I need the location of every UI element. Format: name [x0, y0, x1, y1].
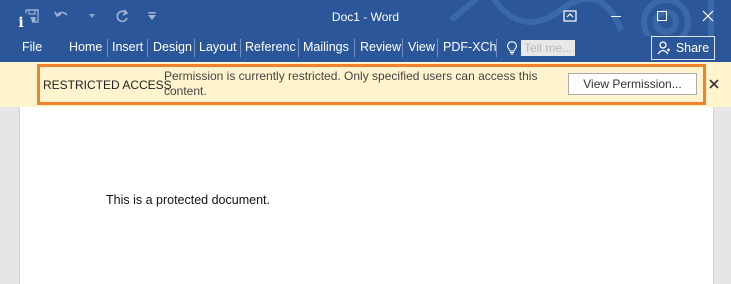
tab-home[interactable]: Home: [69, 40, 102, 54]
share-label: Share: [675, 41, 710, 55]
tab-separator: [298, 39, 299, 57]
tab-separator: [354, 39, 355, 57]
tell-me-box[interactable]: Tell me...: [507, 38, 576, 58]
view-permission-button[interactable]: View Permission...: [568, 73, 697, 95]
document-body-text[interactable]: This is a protected document.: [106, 193, 270, 207]
tab-pdf-xchange[interactable]: PDF-XCh: [443, 40, 496, 54]
tab-separator: [107, 39, 108, 57]
tab-review[interactable]: Review: [360, 40, 401, 54]
tab-separator: [496, 39, 497, 57]
permission-message: Permission is currently restricted. Only…: [164, 69, 538, 98]
share-button[interactable]: Share: [651, 36, 715, 60]
close-icon[interactable]: [706, 76, 722, 92]
tab-separator: [240, 39, 241, 57]
tab-layout[interactable]: Layout: [199, 40, 237, 54]
tab-insert[interactable]: Insert: [112, 40, 143, 54]
close-icon[interactable]: [685, 0, 731, 32]
maximize-icon[interactable]: [639, 0, 685, 32]
restricted-access-label: RESTRICTED ACCESS: [43, 78, 172, 92]
document-page[interactable]: This is a protected document.: [19, 107, 714, 284]
ribbon-tab-bar: File Home Insert Design Layout Referenc …: [0, 36, 731, 62]
window-controls: [547, 0, 731, 32]
minimize-icon[interactable]: [593, 0, 639, 32]
tab-references[interactable]: Referenc: [245, 40, 296, 54]
tab-file[interactable]: File: [22, 40, 42, 54]
tell-me-input[interactable]: Tell me...: [521, 40, 576, 56]
tab-design[interactable]: Design: [153, 40, 192, 54]
info-icon: i: [10, 12, 32, 34]
tab-view[interactable]: View: [408, 40, 435, 54]
ribbon-display-options-icon[interactable]: [547, 0, 593, 32]
tab-mailings[interactable]: Mailings: [303, 40, 349, 54]
tab-separator: [147, 39, 148, 57]
tab-separator: [402, 39, 403, 57]
title-bar: Doc1 - Word: [0, 0, 731, 36]
lightbulb-icon: [507, 41, 517, 55]
person-icon: [657, 41, 670, 55]
tab-separator: [194, 39, 195, 57]
tab-separator: [437, 39, 438, 57]
